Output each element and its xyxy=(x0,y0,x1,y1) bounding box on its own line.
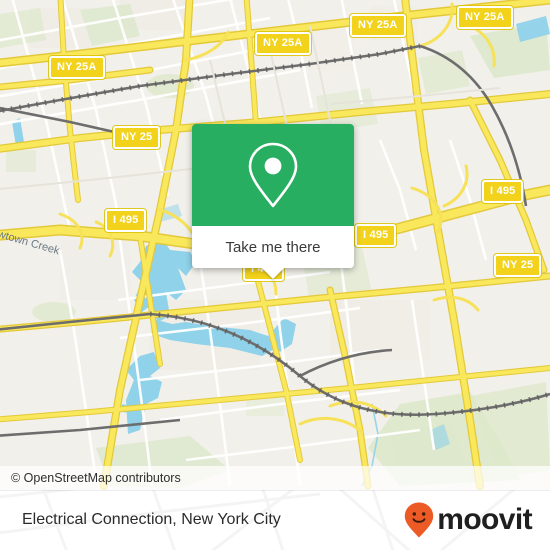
road-shield[interactable]: I 495 xyxy=(355,224,397,247)
moovit-pin-icon xyxy=(405,502,434,538)
osm-attribution-text[interactable]: © OpenStreetMap contributors xyxy=(0,471,181,485)
take-me-there-button[interactable]: Take me there xyxy=(192,226,354,279)
moovit-brand-logo[interactable]: moovit xyxy=(403,501,533,539)
map-pin-icon xyxy=(248,142,298,208)
road-shield[interactable]: NY 25A xyxy=(255,32,311,55)
road-shield[interactable]: NY 25 xyxy=(113,126,161,149)
road-shield[interactable]: NY 25A xyxy=(49,56,105,79)
location-popup-card[interactable]: Take me there xyxy=(192,124,354,279)
moovit-map-page: wtown Creek NY 25A NY 25A NY 25A NY 25A … xyxy=(0,0,550,550)
road-shield[interactable]: I 495 xyxy=(482,180,524,203)
road-shield[interactable]: NY 25A xyxy=(350,14,406,37)
take-me-there-label: Take me there xyxy=(225,238,321,256)
moovit-wordmark: moovit xyxy=(437,503,532,536)
popup-pointer xyxy=(262,268,284,279)
page-title: Electrical Connection, New York City xyxy=(22,511,281,528)
road-shield[interactable]: I 495 xyxy=(105,209,147,232)
page-footer: Electrical Connection, New York City moo… xyxy=(0,490,550,550)
osm-attribution-bar: © OpenStreetMap contributors xyxy=(0,466,550,490)
road-shield[interactable]: NY 25A xyxy=(457,6,513,29)
road-shield[interactable]: NY 25 xyxy=(494,254,542,277)
popup-icon-area xyxy=(192,124,354,226)
